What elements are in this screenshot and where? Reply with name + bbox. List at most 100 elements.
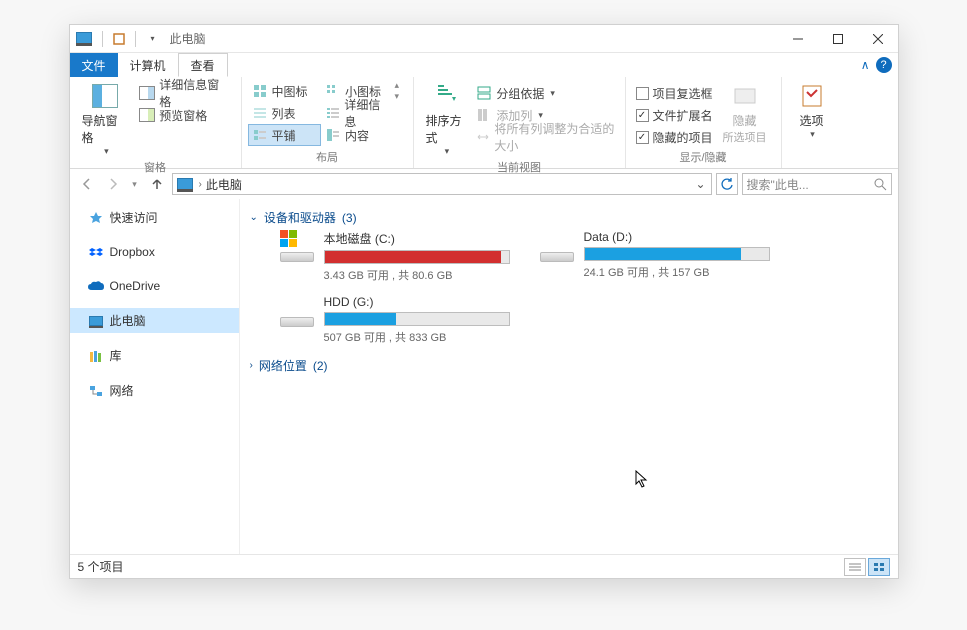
view-tiles-button[interactable] bbox=[868, 558, 890, 576]
onedrive-icon bbox=[88, 278, 104, 294]
checkbox-icon bbox=[636, 109, 649, 122]
drive-usage-bar bbox=[324, 250, 510, 264]
computer-icon bbox=[88, 313, 104, 329]
tab-computer[interactable]: 计算机 bbox=[118, 53, 178, 77]
computer-icon bbox=[177, 178, 193, 191]
status-item-count: 5 个项目 bbox=[78, 558, 124, 575]
drives-list: 本地磁盘 (C:) 3.43 GB 可用 , 共 80.6 GB Data (D:)… bbox=[250, 230, 888, 345]
sidebar-item-quick-access[interactable]: 快速访问 bbox=[70, 205, 239, 230]
ribbon: 导航窗格 ▾ 详细信息窗格 预览窗格 窗格 bbox=[70, 77, 898, 169]
drive-name: 本地磁盘 (C:) bbox=[324, 230, 510, 247]
hidden-items-toggle[interactable]: 隐藏的项目 bbox=[632, 126, 717, 148]
help-button[interactable]: ? bbox=[876, 57, 892, 73]
details-pane-button[interactable]: 详细信息窗格 bbox=[135, 82, 234, 104]
search-input[interactable]: 搜索"此电... bbox=[742, 173, 892, 195]
options-button[interactable]: 选项 ▾ bbox=[788, 80, 836, 142]
group-by-icon bbox=[476, 85, 492, 101]
libraries-icon bbox=[88, 348, 104, 364]
quick-access-toolbar: ▾ bbox=[98, 29, 162, 49]
sidebar-item-dropbox[interactable]: Dropbox bbox=[70, 240, 239, 264]
back-button[interactable] bbox=[76, 173, 98, 195]
tiles-icon bbox=[252, 127, 268, 143]
minimize-button[interactable] bbox=[778, 25, 818, 53]
window-title: 此电脑 bbox=[170, 30, 206, 47]
group-header-network[interactable]: › 网络位置 (2) bbox=[250, 353, 888, 378]
checkbox-icon bbox=[636, 87, 649, 100]
nav-pane-button[interactable]: 导航窗格 ▾ bbox=[76, 80, 136, 159]
drive-usage-text: 3.43 GB 可用 , 共 80.6 GB bbox=[324, 267, 510, 283]
dropbox-icon bbox=[88, 244, 104, 260]
ribbon-tabs: 文件 计算机 查看 ∧ ? bbox=[70, 53, 898, 77]
medium-icons-icon bbox=[252, 83, 268, 99]
drive-item[interactable]: HDD (G:)507 GB 可用 , 共 833 GB bbox=[280, 295, 510, 345]
add-columns-icon bbox=[476, 107, 492, 123]
separator bbox=[135, 31, 136, 47]
navigation-pane: 快速访问 Dropbox OneDrive 此电脑 库 bbox=[70, 199, 240, 554]
ribbon-group-options: 选项 ▾ bbox=[782, 77, 842, 168]
layout-details[interactable]: 详细信息 bbox=[321, 102, 395, 124]
item-checkboxes-toggle[interactable]: 项目复选框 bbox=[632, 82, 717, 104]
forward-button[interactable] bbox=[102, 173, 124, 195]
sidebar-item-libraries[interactable]: 库 bbox=[70, 343, 239, 368]
drive-usage-bar bbox=[324, 312, 510, 326]
content-icon bbox=[325, 127, 341, 143]
tab-view[interactable]: 查看 bbox=[178, 53, 228, 77]
drive-usage-bar bbox=[584, 247, 770, 261]
details-icon bbox=[325, 105, 340, 121]
layout-tiles[interactable]: 平铺 bbox=[248, 124, 322, 146]
hide-selected-button[interactable]: 隐藏 所选项目 bbox=[717, 80, 773, 147]
computer-icon bbox=[76, 32, 92, 45]
title-bar: ▾ 此电脑 bbox=[70, 25, 898, 53]
tab-file[interactable]: 文件 bbox=[70, 53, 118, 77]
sidebar-item-network[interactable]: 网络 bbox=[70, 378, 239, 403]
small-icons-icon bbox=[325, 83, 341, 99]
search-placeholder: 搜索"此电... bbox=[747, 176, 870, 193]
recent-button[interactable]: ▾ bbox=[128, 173, 142, 195]
drive-name: Data (D:) bbox=[584, 230, 770, 244]
nav-pane-label: 导航窗格 bbox=[82, 112, 130, 146]
drive-item[interactable]: 本地磁盘 (C:) 3.43 GB 可用 , 共 80.6 GB bbox=[280, 230, 510, 283]
breadcrumb[interactable]: 此电脑 bbox=[206, 176, 242, 193]
size-columns-icon bbox=[476, 129, 490, 145]
refresh-button[interactable] bbox=[716, 173, 738, 195]
file-extensions-toggle[interactable]: 文件扩展名 bbox=[632, 104, 717, 126]
maximize-button[interactable] bbox=[818, 25, 858, 53]
ribbon-group-layout: 中图标 小图标 列表 详细信息 平铺 内容 ▴ ▾ 布局 bbox=[242, 77, 414, 168]
ribbon-group-current-view: 排序方式 ▾ 分组依据▾ 添加列▾ 将所有列调整为合适的大小 当前视图 bbox=[414, 77, 626, 168]
layout-content[interactable]: 内容 bbox=[321, 124, 395, 146]
address-dropdown[interactable]: ⌄ bbox=[693, 177, 709, 191]
drive-usage-text: 24.1 GB 可用 , 共 157 GB bbox=[584, 264, 770, 280]
group-by-button[interactable]: 分组依据▾ bbox=[472, 82, 618, 104]
group-label: 布局 bbox=[248, 149, 407, 167]
drive-icon bbox=[280, 234, 314, 262]
sidebar-item-onedrive[interactable]: OneDrive bbox=[70, 274, 239, 298]
drive-icon bbox=[540, 234, 574, 262]
address-bar[interactable]: › 此电脑 ⌄ bbox=[172, 173, 712, 195]
view-details-button[interactable] bbox=[844, 558, 866, 576]
star-icon bbox=[88, 210, 104, 226]
options-icon bbox=[798, 82, 826, 110]
sort-icon bbox=[432, 82, 460, 110]
preview-pane-button[interactable]: 预览窗格 bbox=[135, 104, 234, 126]
up-button[interactable] bbox=[146, 173, 168, 195]
explorer-window: ▾ 此电脑 文件 计算机 查看 ∧ ? 导 bbox=[69, 24, 899, 579]
chevron-down-icon: ⌄ bbox=[250, 212, 258, 223]
size-columns-button[interactable]: 将所有列调整为合适的大小 bbox=[472, 126, 618, 148]
hide-icon bbox=[731, 82, 759, 110]
collapse-ribbon-button[interactable]: ∧ bbox=[861, 58, 870, 72]
drive-item[interactable]: Data (D:) 24.1 GB 可用 , 共 157 GB bbox=[540, 230, 770, 283]
layout-medium-icons[interactable]: 中图标 bbox=[248, 80, 322, 102]
sidebar-item-this-pc[interactable]: 此电脑 bbox=[70, 308, 239, 333]
layout-list[interactable]: 列表 bbox=[248, 102, 322, 124]
window-controls bbox=[778, 25, 898, 53]
close-button[interactable] bbox=[858, 25, 898, 53]
sort-by-button[interactable]: 排序方式 ▾ bbox=[420, 80, 473, 159]
separator bbox=[102, 31, 103, 47]
checkbox-icon bbox=[636, 131, 649, 144]
qat-properties-button[interactable] bbox=[109, 29, 129, 49]
qat-customize-button[interactable]: ▾ bbox=[142, 29, 162, 49]
group-label: 显示/隐藏 bbox=[632, 149, 775, 167]
network-icon bbox=[88, 383, 104, 399]
group-header-drives[interactable]: ⌄ 设备和驱动器 (3) bbox=[250, 205, 888, 230]
chevron-right-icon: › bbox=[250, 360, 253, 371]
